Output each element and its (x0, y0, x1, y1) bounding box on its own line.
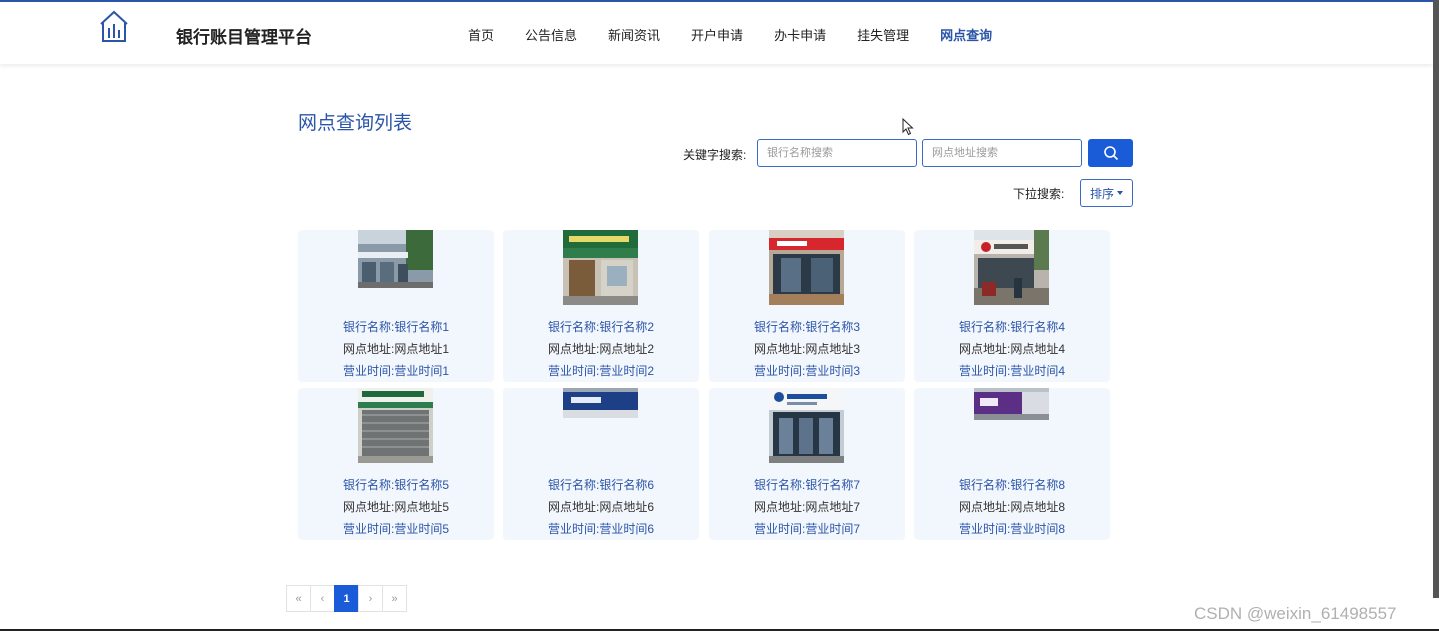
branch-photo[interactable] (974, 230, 1049, 305)
branch-card[interactable]: 银行名称:银行名称3 网点地址:网点地址3 营业时间:营业时间3 (709, 230, 905, 382)
nav-loss-report[interactable]: 挂失管理 (857, 25, 909, 44)
main-nav: 首页 公告信息 新闻资讯 开户申请 办卡申请 挂失管理 网点查询 (468, 25, 1023, 44)
nav-announcements[interactable]: 公告信息 (525, 25, 577, 44)
bank-name-text: 银行名称:银行名称7 (753, 478, 860, 492)
branch-card[interactable]: 银行名称:银行名称1 网点地址:网点地址1 营业时间:营业时间1 (298, 230, 494, 382)
branch-address-text: 网点地址:网点地址7 (753, 500, 860, 514)
pagination-page-1[interactable]: 1 (334, 585, 359, 612)
branch-photo[interactable] (563, 230, 638, 305)
site-title: 银行账目管理平台 (176, 28, 312, 47)
business-hours-text: 营业时间:营业时间4 (958, 364, 1065, 378)
bank-name-text: 银行名称:银行名称8 (958, 478, 1065, 492)
branch-address-search-input[interactable] (922, 139, 1082, 167)
business-hours-text: 营业时间:营业时间3 (753, 364, 860, 378)
branch-card[interactable]: 银行名称:银行名称5 网点地址:网点地址5 营业时间:营业时间5 (298, 388, 494, 540)
branch-address-text: 网点地址:网点地址8 (958, 500, 1065, 514)
watermark-text: CSDN @weixin_61498557 (1194, 604, 1397, 623)
branch-address-text: 网点地址:网点地址4 (958, 342, 1065, 356)
bank-name-text: 银行名称:银行名称6 (547, 478, 654, 492)
branch-card[interactable]: 银行名称:银行名称4 网点地址:网点地址4 营业时间:营业时间4 (914, 230, 1110, 382)
branch-photo[interactable] (974, 388, 1049, 420)
pagination-last-button[interactable]: » (382, 585, 407, 612)
page-frame: 银行账目管理平台 首页 公告信息 新闻资讯 开户申请 办卡申请 挂失管理 网点查… (0, 0, 1439, 631)
bank-logo-icon[interactable] (98, 10, 130, 44)
branch-address-text: 网点地址:网点地址5 (342, 500, 449, 514)
branch-address-text: 网点地址:网点地址1 (342, 342, 449, 356)
pagination-prev-button[interactable]: ‹ (310, 585, 335, 612)
page-scrollbar[interactable] (1433, 0, 1439, 598)
branch-photo[interactable] (769, 388, 844, 463)
branch-photo[interactable] (563, 388, 638, 418)
sort-label: 排序 (1089, 186, 1114, 201)
nav-account-open[interactable]: 开户申请 (691, 25, 743, 44)
bank-name-text: 银行名称:银行名称3 (753, 320, 860, 334)
keyword-search-label: 关键字搜索: (683, 148, 747, 162)
branch-address-text: 网点地址:网点地址6 (547, 500, 654, 514)
business-hours-text: 营业时间:营业时间1 (342, 364, 449, 378)
branch-card[interactable]: 银行名称:银行名称8 网点地址:网点地址8 营业时间:营业时间8 (914, 388, 1110, 540)
top-header: 银行账目管理平台 首页 公告信息 新闻资讯 开户申请 办卡申请 挂失管理 网点查… (0, 4, 1433, 64)
mouse-pointer-icon (902, 118, 914, 136)
bank-name-search-input[interactable] (757, 139, 917, 167)
bank-name-text: 银行名称:银行名称1 (342, 320, 449, 334)
branch-photo[interactable] (358, 230, 433, 288)
business-hours-text: 营业时间:营业时间6 (547, 522, 654, 536)
branch-card[interactable]: 银行名称:银行名称2 网点地址:网点地址2 营业时间:营业时间2 (503, 230, 699, 382)
nav-news[interactable]: 新闻资讯 (608, 25, 660, 44)
branch-card[interactable]: 银行名称:银行名称7 网点地址:网点地址7 营业时间:营业时间7 (709, 388, 905, 540)
branch-card[interactable]: 银行名称:银行名称6 网点地址:网点地址6 营业时间:营业时间6 (503, 388, 699, 540)
dropdown-search-label: 下拉搜索: (1013, 187, 1065, 201)
nav-home[interactable]: 首页 (468, 25, 494, 44)
page-title: 网点查询列表 (298, 113, 413, 134)
search-button[interactable] (1088, 139, 1133, 167)
bank-name-text: 银行名称:银行名称4 (958, 320, 1065, 334)
pagination: « ‹ 1 › » (286, 585, 407, 612)
pagination-first-button[interactable]: « (286, 585, 311, 612)
search-icon (1103, 146, 1118, 161)
business-hours-text: 营业时间:营业时间2 (547, 364, 654, 378)
bank-name-text: 银行名称:银行名称2 (547, 320, 654, 334)
business-hours-text: 营业时间:营业时间7 (753, 522, 860, 536)
nav-card-apply[interactable]: 办卡申请 (774, 25, 826, 44)
nav-branch-query[interactable]: 网点查询 (940, 25, 992, 44)
branch-photo[interactable] (769, 230, 844, 305)
business-hours-text: 营业时间:营业时间5 (342, 522, 449, 536)
pagination-next-button[interactable]: › (358, 585, 383, 612)
sort-dropdown-button[interactable]: 排序 (1080, 179, 1133, 207)
branch-address-text: 网点地址:网点地址2 (547, 342, 654, 356)
caret-down-icon (1117, 191, 1123, 195)
branch-photo[interactable] (358, 388, 433, 463)
business-hours-text: 营业时间:营业时间8 (958, 522, 1065, 536)
bank-name-text: 银行名称:银行名称5 (342, 478, 449, 492)
branch-address-text: 网点地址:网点地址3 (753, 342, 860, 356)
